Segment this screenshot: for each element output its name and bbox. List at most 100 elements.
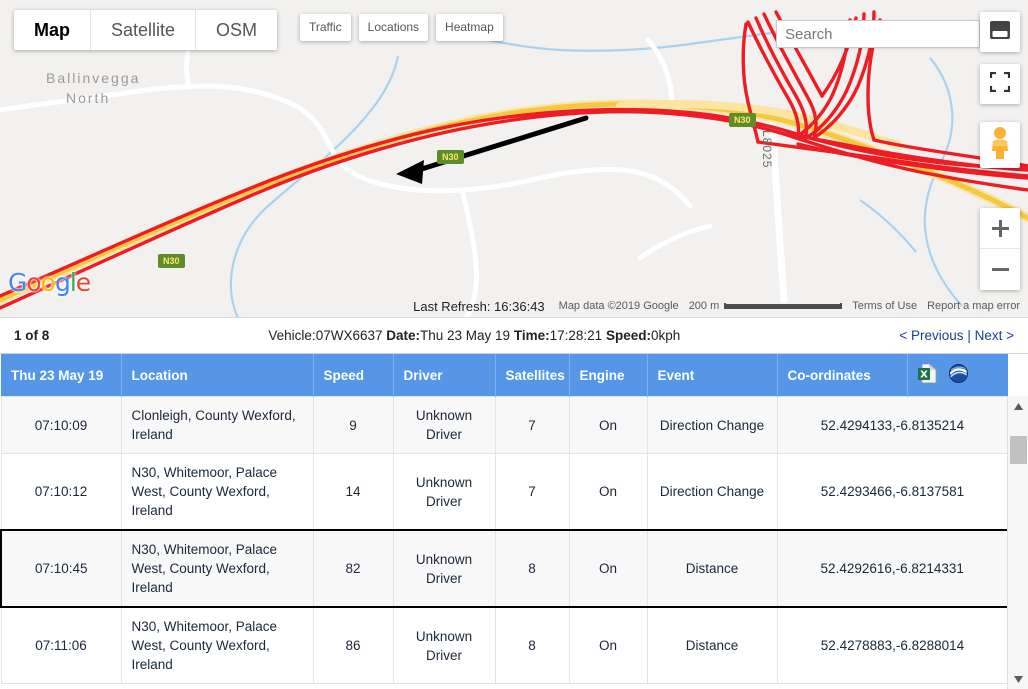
logo-letter-g2: g <box>54 268 71 297</box>
logo-letter-e: e <box>75 268 91 297</box>
logo-letter-o2: o <box>40 268 56 297</box>
column-header-satellites[interactable]: Satellites <box>495 354 570 397</box>
map-panel[interactable]: Ballinvegga North L8025 N30 N30 N30 Goog… <box>0 0 1028 318</box>
column-header-location[interactable]: Location <box>121 354 314 397</box>
speed-value: 0kph <box>650 328 681 343</box>
date-label: Date: <box>386 328 421 343</box>
cell-driver: Unknown Driver <box>392 529 496 608</box>
last-refresh-label: Last Refresh: 16:36:43 <box>413 298 545 314</box>
excel-export-icon[interactable]: X <box>917 363 937 386</box>
report-map-error-link[interactable]: Report a map error <box>927 300 1020 312</box>
street-view-pegman-button[interactable] <box>980 122 1020 168</box>
cell-time: 07:10:12 <box>0 453 122 531</box>
cell-speed: 14 <box>312 453 394 531</box>
table-row[interactable]: 07:10:09 Clonleigh, County Wexford, Irel… <box>0 396 1009 454</box>
next-page-button[interactable]: Next > <box>975 328 1014 343</box>
scroll-up-arrow-icon[interactable] <box>1008 396 1028 416</box>
scale-bar-graphic <box>724 303 843 309</box>
cell-speed: 82 <box>312 529 394 608</box>
status-bar: 1 of 8 Vehicle:07WX6637 Date:Thu 23 May … <box>0 318 1028 354</box>
table-header-row: Thu 23 May 19 Location Speed Driver Sate… <box>1 354 1008 397</box>
map-shield-n30-3: N30 <box>729 113 756 127</box>
fullscreen-icon <box>989 71 1011 97</box>
terms-of-use-link[interactable]: Terms of Use <box>852 300 917 312</box>
cell-location: N30, Whitemoor, Palace West, County Wexf… <box>120 606 314 684</box>
cell-event: Direction Change <box>646 453 778 531</box>
map-type-control[interactable]: Map Satellite OSM <box>14 10 278 50</box>
cell-time: 07:11:06 <box>0 606 122 684</box>
google-logo: Google <box>8 268 91 297</box>
logo-letter-g: G <box>8 268 27 297</box>
table-row[interactable]: 07:11:06 N30, Whitemoor, Palace West, Co… <box>0 606 1009 684</box>
map-road-label-l8025: L8025 <box>760 130 774 169</box>
map-shield-n30-1: N30 <box>158 254 185 268</box>
cell-coordinates: 52.4293466,-6.8137581 <box>776 453 1009 531</box>
table-row[interactable]: 07:10:12 N30, Whitemoor, Palace West, Co… <box>0 453 1009 531</box>
speed-label: Speed: <box>605 328 651 343</box>
scale-label: 200 m <box>688 300 720 312</box>
cell-location: N30, Whitemoor, Palace West, County Wexf… <box>120 529 314 608</box>
table-scrollbar[interactable] <box>1007 396 1028 689</box>
map-type-map[interactable]: Map <box>14 10 91 50</box>
cell-satellites: 8 <box>494 606 570 684</box>
scroll-down-arrow-icon[interactable] <box>1008 669 1028 689</box>
map-overlay-buttons[interactable]: Traffic Locations Heatmap <box>300 14 503 41</box>
cell-engine: On <box>568 606 648 684</box>
date-value: Thu 23 May 19 <box>420 328 511 343</box>
cell-driver: Unknown Driver <box>392 453 496 531</box>
column-header-datetime[interactable]: Thu 23 May 19 <box>1 354 122 397</box>
traffic-button[interactable]: Traffic <box>300 14 351 41</box>
map-type-osm[interactable]: OSM <box>196 10 277 50</box>
log-table: Thu 23 May 19 Location Speed Driver Sate… <box>0 354 1009 684</box>
google-earth-export-icon[interactable] <box>949 364 969 386</box>
cell-coordinates: 52.4278883,-6.8288014 <box>776 606 1009 684</box>
column-header-coordinates[interactable]: Co-ordinates <box>777 354 908 397</box>
map-type-satellite[interactable]: Satellite <box>91 10 197 50</box>
vehicle-label: Vehicle: <box>268 328 316 343</box>
map-scale-bar: 200 m <box>689 300 843 312</box>
zoom-in-button[interactable] <box>980 208 1020 249</box>
pagination-controls[interactable]: < Previous | Next > <box>899 328 1014 343</box>
column-header-speed[interactable]: Speed <box>313 354 394 397</box>
map-search-input[interactable] <box>776 20 980 48</box>
cell-engine: On <box>568 529 648 608</box>
map-attribution: Map data ©2019 Google <box>558 300 679 312</box>
column-header-driver[interactable]: Driver <box>393 354 496 397</box>
logo-letter-o1: o <box>26 268 41 297</box>
cell-satellites: 7 <box>494 396 570 454</box>
cell-satellites: 8 <box>494 529 570 608</box>
log-table-body: 07:10:09 Clonleigh, County Wexford, Irel… <box>0 396 1009 684</box>
cell-time: 07:10:45 <box>0 529 122 608</box>
table-row-selected[interactable]: 07:10:45 N30, Whitemoor, Palace West, Co… <box>0 529 1009 608</box>
map-footer: Last Refresh: 16:36:43 Map data ©2019 Go… <box>0 295 1028 317</box>
map-panel-toggle-button[interactable] <box>980 12 1020 52</box>
cell-engine: On <box>568 396 648 454</box>
panel-toggle-icon <box>989 20 1011 45</box>
cell-event: Distance <box>646 606 778 684</box>
cell-engine: On <box>568 453 648 531</box>
cell-driver: Unknown Driver <box>392 396 496 454</box>
pegman-icon <box>987 126 1013 165</box>
cell-coordinates: 52.4294133,-6.8135214 <box>776 396 1009 454</box>
cell-location: Clonleigh, County Wexford, Ireland <box>120 396 314 454</box>
map-place-label-1: Ballinvegga <box>46 70 141 86</box>
zoom-out-button[interactable] <box>980 249 1020 290</box>
cell-location: N30, Whitemoor, Palace West, County Wexf… <box>120 453 314 531</box>
svg-text:X: X <box>920 370 928 381</box>
heatmap-button[interactable]: Heatmap <box>436 14 503 41</box>
cell-satellites: 7 <box>494 453 570 531</box>
cell-coordinates: 52.4292616,-6.8214331 <box>776 529 1009 608</box>
previous-page-button[interactable]: < Previous <box>899 328 963 343</box>
map-fullscreen-button[interactable] <box>980 64 1020 104</box>
column-header-engine[interactable]: Engine <box>569 354 648 397</box>
scrollbar-thumb[interactable] <box>1010 436 1027 464</box>
locations-button[interactable]: Locations <box>358 14 429 41</box>
column-header-event[interactable]: Event <box>647 354 778 397</box>
cell-event: Distance <box>646 529 778 608</box>
cell-time: 07:10:09 <box>0 396 122 454</box>
map-place-label-2: North <box>66 90 111 106</box>
log-table-container[interactable]: Thu 23 May 19 Location Speed Driver Sate… <box>0 354 1028 689</box>
map-shield-n30-2: N30 <box>437 150 464 164</box>
map-zoom-control[interactable] <box>980 208 1020 290</box>
column-header-export: X <box>907 354 1008 397</box>
